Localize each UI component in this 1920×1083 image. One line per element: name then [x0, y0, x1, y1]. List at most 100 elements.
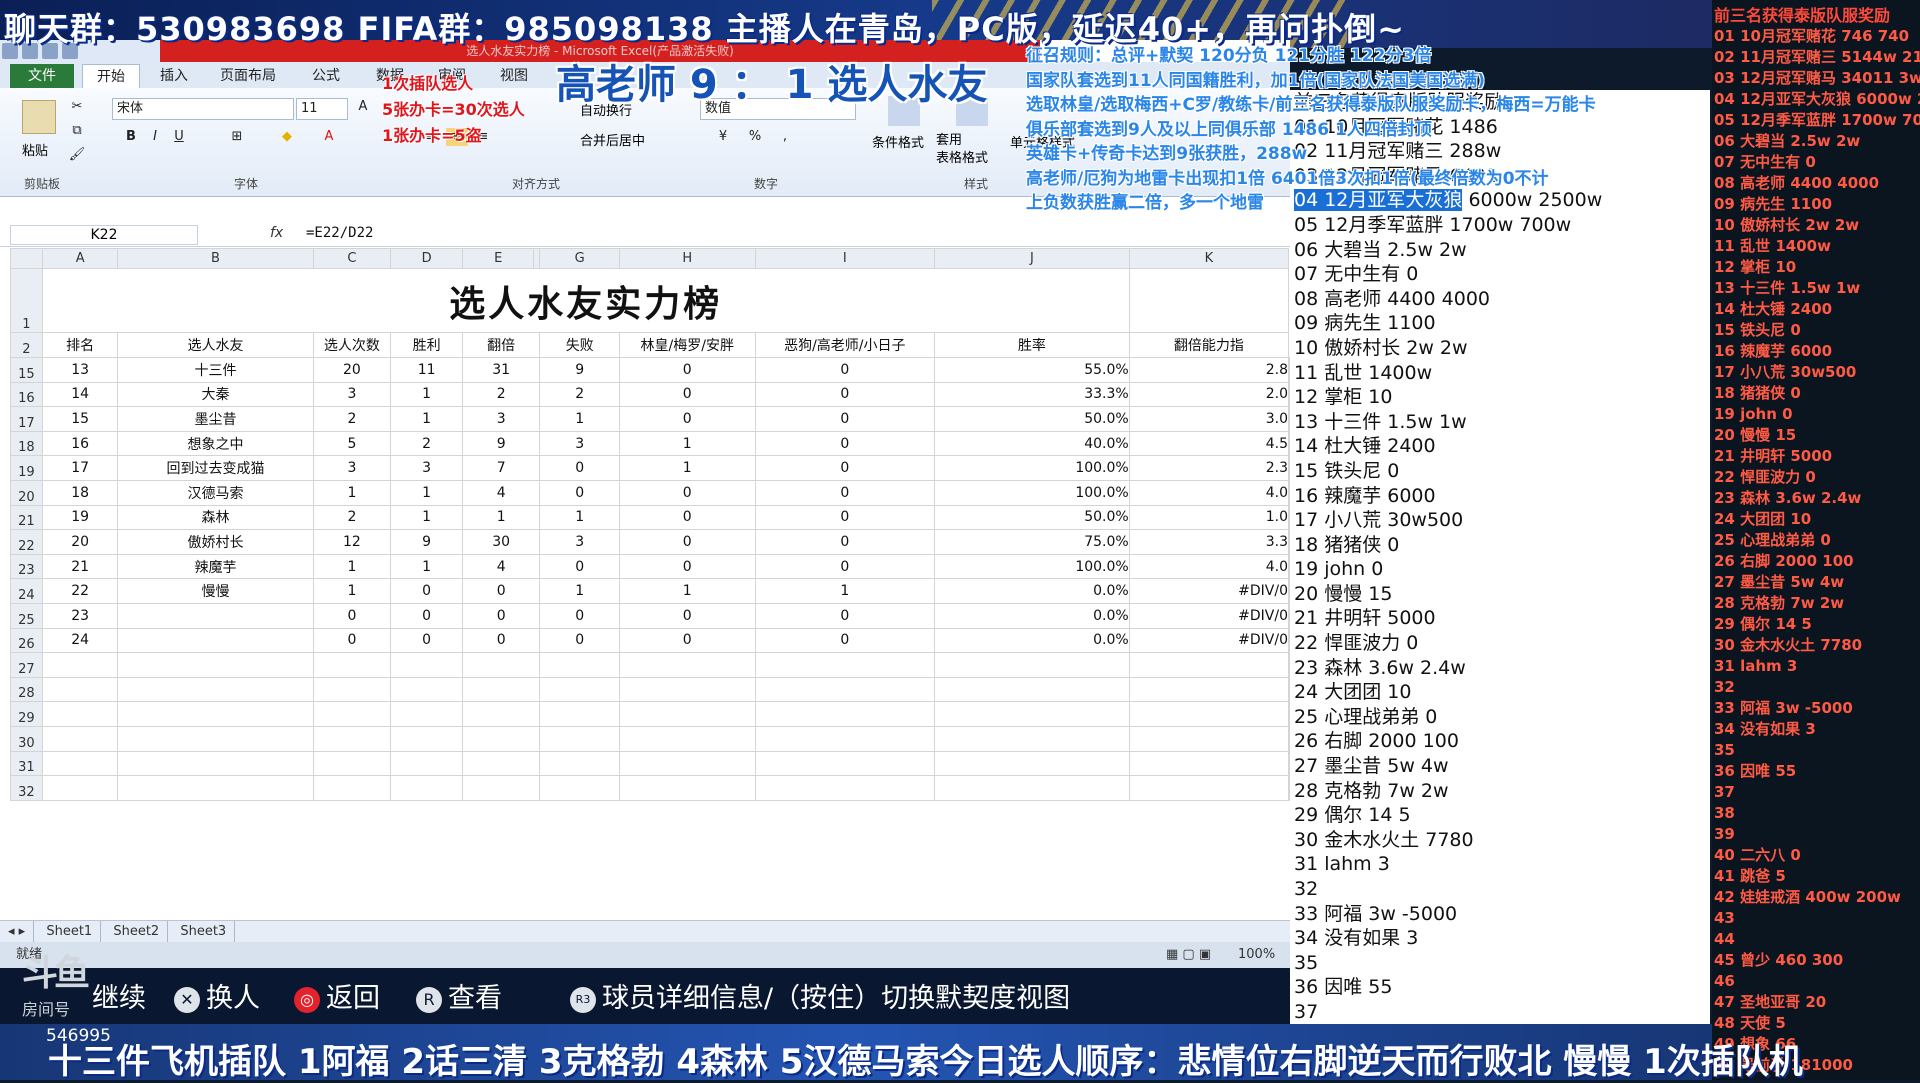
cell-rank[interactable]: 17	[41, 455, 119, 481]
cell-double-ability[interactable]: 2.3	[1128, 455, 1290, 481]
cell-picks[interactable]: 1	[312, 479, 392, 506]
cell-egou-gao[interactable]	[754, 725, 936, 752]
cell-double-ability[interactable]: 4.5	[1128, 430, 1290, 457]
cell-winrate[interactable]: 0.0%	[934, 602, 1130, 629]
cell-double-ability[interactable]	[1128, 652, 1290, 678]
row-header[interactable]: 24	[10, 578, 43, 604]
cell-wins[interactable]: 0	[390, 627, 463, 654]
cell-player[interactable]	[117, 602, 314, 629]
cell-rank[interactable]	[41, 652, 119, 678]
cell-player[interactable]: 慢慢	[117, 578, 314, 604]
cell-lin-mei-an[interactable]: 1	[618, 430, 756, 457]
column-header-g[interactable]: G	[539, 248, 620, 269]
header-double[interactable]: 翻倍	[461, 332, 541, 358]
cell-wins[interactable]: 1	[390, 381, 463, 408]
cell-rank[interactable]: 20	[41, 529, 119, 555]
corner-cell[interactable]	[10, 248, 43, 269]
cell-double-ability[interactable]: #DIV/0	[1128, 627, 1290, 654]
formula-input[interactable]: =E22/D22	[306, 225, 373, 241]
column-header-c[interactable]: C	[312, 248, 392, 269]
cell-winrate[interactable]: 50.0%	[934, 406, 1130, 432]
cell-double[interactable]	[461, 652, 541, 678]
cell-egou-gao[interactable]	[754, 750, 936, 777]
underline-icon[interactable]: U	[168, 128, 190, 146]
cell-lin-mei-an[interactable]	[618, 750, 756, 777]
row-header[interactable]: 28	[10, 676, 43, 703]
cell-winrate[interactable]	[934, 676, 1130, 703]
cell-picks[interactable]: 1	[312, 553, 392, 580]
cell-picks[interactable]: 5	[312, 430, 392, 457]
cell-lin-mei-an[interactable]	[618, 725, 756, 752]
cell-rank[interactable]	[41, 701, 119, 727]
cell-lin-mei-an[interactable]: 0	[618, 406, 756, 432]
cell-rank[interactable]: 16	[41, 430, 119, 457]
row-header[interactable]: 20	[10, 479, 43, 506]
cell-player[interactable]: 回到过去变成猫	[117, 455, 314, 481]
cell-lin-mei-an[interactable]	[618, 775, 756, 801]
cell-player[interactable]: 傲娇村长	[117, 529, 314, 555]
cell-wins[interactable]: 0	[390, 602, 463, 629]
column-header-e[interactable]: E	[461, 248, 535, 269]
cell-wins[interactable]: 11	[390, 357, 463, 383]
row-header[interactable]: 31	[10, 750, 43, 777]
cell-lin-mei-an[interactable]: 1	[618, 578, 756, 604]
row-header[interactable]: 17	[10, 406, 43, 432]
tab-view[interactable]: 视图	[500, 64, 528, 88]
cell-double[interactable]: 9	[461, 430, 541, 457]
zoom-level[interactable]: 100%	[1238, 942, 1275, 968]
cell-rank[interactable]	[41, 750, 119, 777]
name-box[interactable]: K22	[10, 225, 198, 245]
cell-lin-mei-an[interactable]: 0	[618, 553, 756, 580]
cell-wins[interactable]	[390, 701, 463, 727]
copy-icon[interactable]: ⧉	[66, 122, 88, 140]
header-player[interactable]: 选人水友	[117, 332, 314, 358]
cell-winrate[interactable]: 100.0%	[934, 455, 1130, 481]
cell-egou-gao[interactable]: 0	[754, 381, 936, 408]
cell-winrate[interactable]	[934, 775, 1130, 801]
cell-picks[interactable]: 2	[312, 406, 392, 432]
cell-double[interactable]: 1	[461, 504, 541, 531]
sheet-title[interactable]: 选人水友实力榜	[41, 268, 1130, 333]
cell-winrate[interactable]: 50.0%	[934, 504, 1130, 531]
cell-player[interactable]: 十三件	[117, 357, 314, 383]
cell-losses[interactable]	[539, 701, 620, 727]
row-header[interactable]: 30	[10, 725, 43, 752]
cell[interactable]	[1128, 268, 1290, 333]
cell-double[interactable]: 2	[461, 381, 541, 408]
tab-home[interactable]: 开始	[82, 64, 140, 89]
cell-wins[interactable]: 1	[390, 479, 463, 506]
cell-egou-gao[interactable]: 0	[754, 504, 936, 531]
cell-double-ability[interactable]	[1128, 775, 1290, 801]
cell-double-ability[interactable]: 1.0	[1128, 504, 1290, 531]
cell-wins[interactable]	[390, 725, 463, 752]
cell-rank[interactable]	[41, 775, 119, 801]
cell-picks[interactable]: 3	[312, 455, 392, 481]
row-header-2[interactable]: 2	[10, 332, 43, 358]
cell-egou-gao[interactable]	[754, 652, 936, 678]
row-header[interactable]: 18	[10, 430, 43, 457]
cell-player[interactable]: 想象之中	[117, 430, 314, 457]
cell-picks[interactable]: 2	[312, 504, 392, 531]
cell-rank[interactable]: 15	[41, 406, 119, 432]
cell-double-ability[interactable]	[1128, 725, 1290, 752]
header-lin-mei-an[interactable]: 林皇/梅罗/安胖	[618, 332, 756, 358]
cell-picks[interactable]: 0	[312, 602, 392, 629]
tab-formulas[interactable]: 公式	[312, 64, 340, 88]
row-header[interactable]: 26	[10, 627, 43, 654]
header-egou-gao[interactable]: 恶狗/高老师/小日子	[754, 332, 936, 358]
cell-winrate[interactable]: 75.0%	[934, 529, 1130, 555]
format-painter-icon[interactable]: 🖌	[66, 146, 88, 164]
row-header[interactable]: 29	[10, 701, 43, 727]
cell-wins[interactable]	[390, 750, 463, 777]
cell-rank[interactable]: 23	[41, 602, 119, 629]
row-header-1[interactable]: 1	[10, 268, 43, 333]
cell-wins[interactable]: 9	[390, 529, 463, 555]
cell-losses[interactable]: 0	[539, 455, 620, 481]
cell-egou-gao[interactable]: 0	[754, 529, 936, 555]
cell-wins[interactable]	[390, 676, 463, 703]
font-size-select[interactable]: 11	[296, 98, 348, 120]
cell-egou-gao[interactable]: 0	[754, 406, 936, 432]
column-header-h[interactable]: H	[618, 248, 756, 269]
cell-losses[interactable]: 3	[539, 430, 620, 457]
cell-winrate[interactable]: 55.0%	[934, 357, 1130, 383]
